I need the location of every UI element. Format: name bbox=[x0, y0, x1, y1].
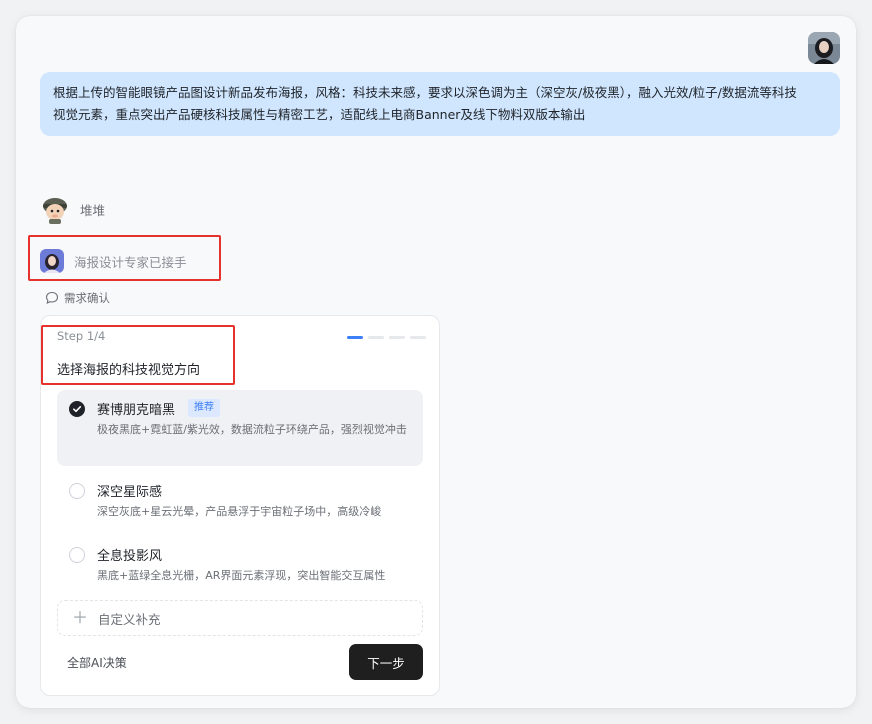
option-holographic[interactable]: 全息投影风 黑底+蓝绿全息光栅，AR界面元素浮现，突出智能交互属性 bbox=[57, 536, 423, 592]
radio-checked[interactable] bbox=[69, 401, 85, 417]
user-avatar[interactable] bbox=[808, 32, 840, 64]
progress-segment bbox=[410, 336, 426, 339]
option-name: 深空星际感 bbox=[97, 485, 163, 500]
radio-unchecked[interactable] bbox=[69, 547, 85, 563]
handoff-text: 海报设计专家已接手 bbox=[74, 254, 187, 270]
requirement-confirm-text: 需求确认 bbox=[64, 291, 110, 305]
user-message-bubble: 根据上传的智能眼镜产品图设计新品发布海报，风格：科技未来感，要求以深色调为主（深… bbox=[40, 72, 840, 136]
option-description: 极夜黑底+霓虹蓝/紫光效，数据流粒子环绕产品，强烈视觉冲击 bbox=[97, 423, 407, 436]
progress-segment bbox=[347, 336, 363, 339]
option-name: 全息投影风 bbox=[97, 549, 163, 564]
progress-segment bbox=[389, 336, 405, 339]
option-name: 赛博朋克暗黑 bbox=[97, 403, 176, 418]
bot-header: 堆堆 bbox=[40, 194, 105, 224]
user-message-line: 视觉元素，重点突出产品硬核科技属性与精密工艺，适配线上电商Banner及线下物料… bbox=[53, 107, 586, 122]
option-description: 黑底+蓝绿全息光栅，AR界面元素浮现，突出智能交互属性 bbox=[97, 569, 386, 582]
recommended-badge: 推荐 bbox=[188, 399, 220, 417]
option-description: 深空灰底+星云光晕，产品悬浮于宇宙粒子场中，高级冷峻 bbox=[97, 505, 382, 518]
check-icon bbox=[73, 406, 82, 413]
option-cyberpunk-dark[interactable]: 赛博朋克暗黑 推荐 极夜黑底+霓虹蓝/紫光效，数据流粒子环绕产品，强烈视觉冲击 bbox=[57, 390, 423, 466]
handoff-status: 海报设计专家已接手 bbox=[40, 249, 187, 273]
requirement-confirm-label: 需求确认 bbox=[45, 290, 110, 306]
radio-unchecked[interactable] bbox=[69, 483, 85, 499]
bot-name: 堆堆 bbox=[80, 202, 106, 218]
step-card: Step 1/4 选择海报的科技视觉方向 赛博朋克暗黑 推荐 极夜黑底+霓虹蓝/… bbox=[40, 315, 440, 696]
plus-icon: ＋ bbox=[72, 608, 89, 627]
user-message-line: 根据上传的智能眼镜产品图设计新品发布海报，风格：科技未来感，要求以深色调为主（深… bbox=[53, 85, 797, 100]
step-progress bbox=[347, 336, 426, 339]
custom-supplement-input[interactable]: ＋ 自定义补充 bbox=[57, 600, 423, 636]
option-deep-space[interactable]: 深空星际感 深空灰底+星云光晕，产品悬浮于宇宙粒子场中，高级冷峻 bbox=[57, 472, 423, 528]
next-step-button[interactable]: 下一步 bbox=[349, 644, 423, 680]
progress-segment bbox=[368, 336, 384, 339]
chat-bubble-icon bbox=[45, 291, 59, 304]
expert-avatar bbox=[40, 249, 64, 273]
bot-avatar bbox=[43, 198, 67, 224]
card-title: 选择海报的科技视觉方向 bbox=[57, 363, 201, 378]
ai-decide-link[interactable]: 全部AI决策 bbox=[67, 654, 127, 671]
custom-supplement-label: 自定义补充 bbox=[98, 611, 161, 627]
